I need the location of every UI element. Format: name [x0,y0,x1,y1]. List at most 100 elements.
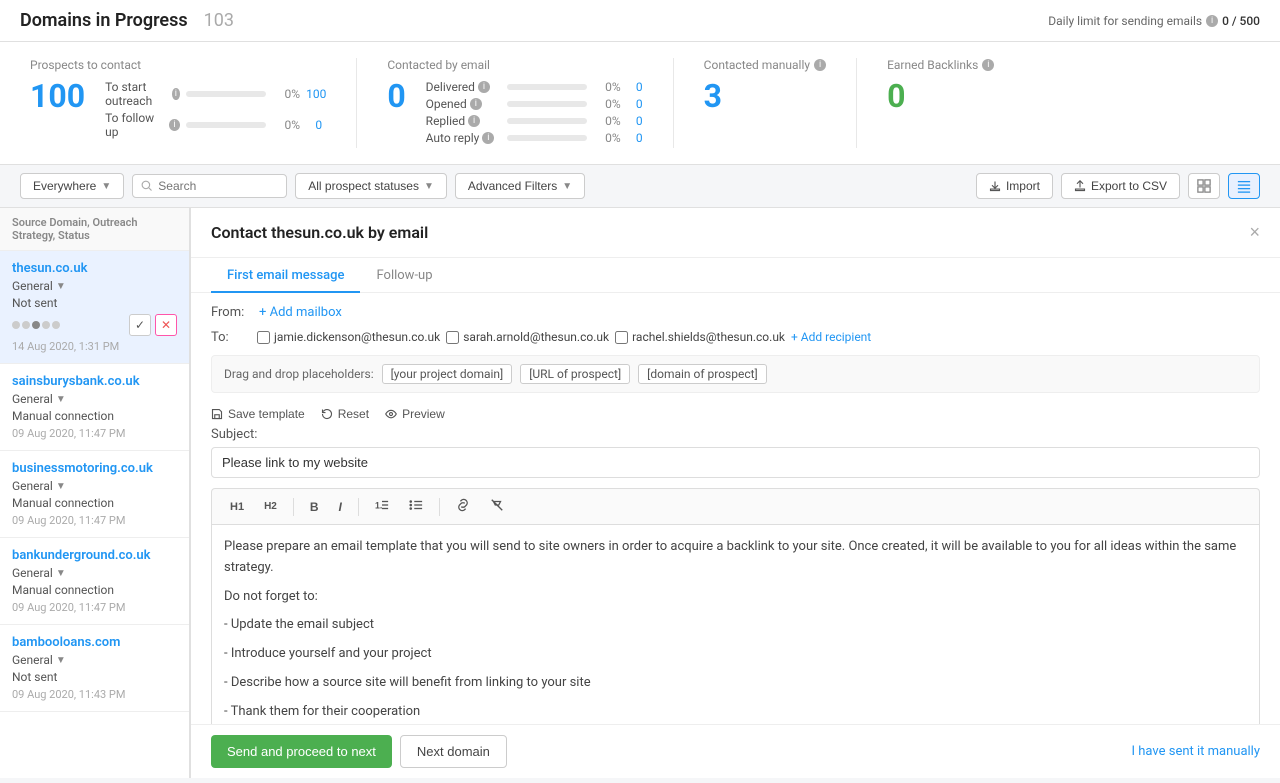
strategy-chevron-2: ▼ [56,481,66,492]
recipient-checkbox-0[interactable] [257,331,270,344]
editor-para-0: Please prepare an email template that yo… [224,537,1247,579]
placeholder-row: Drag and drop placeholders: [your projec… [211,355,1260,393]
opened-info-icon: i [470,98,482,110]
next-domain-button[interactable]: Next domain [400,735,507,768]
import-button[interactable]: Import [976,173,1053,199]
page-title-wrap: Domains in Progress 103 [20,10,234,31]
filters-chevron-icon: ▼ [562,181,572,192]
preview-icon [385,408,397,420]
check-button-0[interactable]: ✓ [129,314,151,336]
sidebar-item-1[interactable]: sainsburysbank.co.uk General ▼ Manual co… [0,364,189,451]
outreach-info-icon: i [172,88,180,100]
export-icon [1074,180,1086,192]
stat-email-label: Contacted by email [387,58,642,72]
tab-first-email[interactable]: First email message [211,258,360,293]
sidebar-strategy-3: General ▼ [12,566,177,580]
link-button[interactable] [448,495,478,518]
reset-button[interactable]: Reset [321,407,369,421]
modal-footer: Send and proceed to next Next domain I h… [191,724,1280,778]
subject-input[interactable] [211,447,1260,478]
subject-row: Subject: [211,427,1260,478]
clear-format-button[interactable] [482,495,512,518]
ordered-list-button[interactable]: 1. [367,495,397,518]
sidebar-strategy-1: General ▼ [12,392,177,406]
strategy-chevron-0: ▼ [56,281,66,292]
sidebar-slider-0 [12,321,125,329]
clear-format-icon [490,498,504,512]
grid-view-button[interactable] [1188,173,1220,199]
sidebar-strategy-0: General ▼ [12,279,177,293]
preview-button[interactable]: Preview [385,407,445,421]
placeholder-tag-0[interactable]: [your project domain] [382,364,513,384]
placeholder-tag-2[interactable]: [domain of prospect] [638,364,767,384]
stat-row-delivered: Delivered i 0% 0 [426,80,643,94]
delivered-info-icon: i [478,81,490,93]
delete-button-0[interactable]: ✕ [155,314,177,336]
location-dropdown[interactable]: Everywhere ▼ [20,173,124,199]
stat-row-replied: Replied i 0% 0 [426,114,643,128]
replied-info-icon: i [468,115,480,127]
import-icon [989,180,1001,192]
status-dropdown[interactable]: All prospect statuses ▼ [295,173,447,199]
recipient-checkbox-2[interactable] [615,331,628,344]
location-label: Everywhere [33,179,96,193]
toolbar: Everywhere ▼ All prospect statuses ▼ Adv… [0,165,1280,208]
contact-modal: Contact thesun.co.uk by email × First em… [190,208,1280,778]
svg-text:1.: 1. [375,501,382,511]
sidebar-header: Source Domain, Outreach Strategy, Status [0,208,189,251]
add-mailbox-link[interactable]: + Add mailbox [259,305,342,320]
outreach-bar [186,91,266,97]
recipient-1[interactable]: sarah.arnold@thesun.co.uk [446,330,609,344]
tab-followup[interactable]: Follow-up [360,258,448,293]
sidebar-domain-0: thesun.co.uk [12,261,177,276]
ul-icon [409,498,423,512]
h2-button[interactable]: H2 [256,498,285,515]
h1-button[interactable]: H1 [222,498,252,516]
placeholder-tag-1[interactable]: [URL of prospect] [520,364,630,384]
stat-prospects-label: Prospects to contact [30,58,326,72]
sidebar-date-0: 14 Aug 2020, 1:31 PM [12,340,177,353]
bold-button[interactable]: B [302,497,327,517]
sidebar-item-4[interactable]: bambooloans.com General ▼ Not sent 09 Au… [0,625,189,712]
manually-link[interactable]: I have sent it manually [1132,744,1261,759]
editor-para-4: - Describe how a source site will benefi… [224,673,1247,694]
sidebar-item-3[interactable]: bankunderground.co.uk General ▼ Manual c… [0,538,189,625]
list-view-button[interactable] [1228,173,1260,199]
recipients-list: jamie.dickenson@thesun.co.uk sarah.arnol… [257,330,871,344]
followup-info-icon: i [169,119,180,131]
from-label: From: [211,305,251,320]
slider-dot [12,321,20,329]
stat-email-number: 0 [387,80,405,112]
stat-email: Contacted by email 0 Delivered i 0% 0 Op… [357,58,673,148]
recipient-checkbox-1[interactable] [446,331,459,344]
italic-button[interactable]: I [331,497,350,517]
export-button[interactable]: Export to CSV [1061,173,1180,199]
send-proceed-button[interactable]: Send and proceed to next [211,735,392,768]
sidebar-date-4: 09 Aug 2020, 11:43 PM [12,688,177,701]
sidebar-item-0[interactable]: thesun.co.uk General ▼ Not sent ✓ ✕ 14 A… [0,251,189,364]
strategy-chevron-1: ▼ [56,394,66,405]
page-count: 103 [204,10,234,31]
close-button[interactable]: × [1249,222,1260,243]
preview-label: Preview [402,407,445,421]
reset-label: Reset [338,407,369,421]
sidebar-item-2[interactable]: businessmotoring.co.uk General ▼ Manual … [0,451,189,538]
add-recipient-link[interactable]: + Add recipient [791,330,871,344]
footer-actions: Send and proceed to next Next domain [211,735,507,768]
sidebar-date-1: 09 Aug 2020, 11:47 PM [12,427,177,440]
recipient-0[interactable]: jamie.dickenson@thesun.co.uk [257,330,440,344]
to-label: To: [211,330,251,345]
editor-body[interactable]: Please prepare an email template that yo… [211,524,1260,724]
editor-toolbar: H1 H2 B I 1. [211,488,1260,524]
save-template-button[interactable]: Save template [211,407,305,421]
search-input[interactable] [158,179,278,193]
list-icon [1237,179,1251,193]
stat-prospects-rows: To start outreach i 0% 100 To follow up … [105,80,326,142]
recipient-2[interactable]: rachel.shields@thesun.co.uk [615,330,785,344]
sidebar-actions-0: ✓ ✕ [12,314,177,336]
editor-para-3: - Introduce yourself and your project [224,644,1247,665]
filters-dropdown[interactable]: Advanced Filters ▼ [455,173,585,199]
top-header: Domains in Progress 103 Daily limit for … [0,0,1280,42]
unordered-list-button[interactable] [401,495,431,518]
stat-manually-number: 3 [704,80,826,112]
